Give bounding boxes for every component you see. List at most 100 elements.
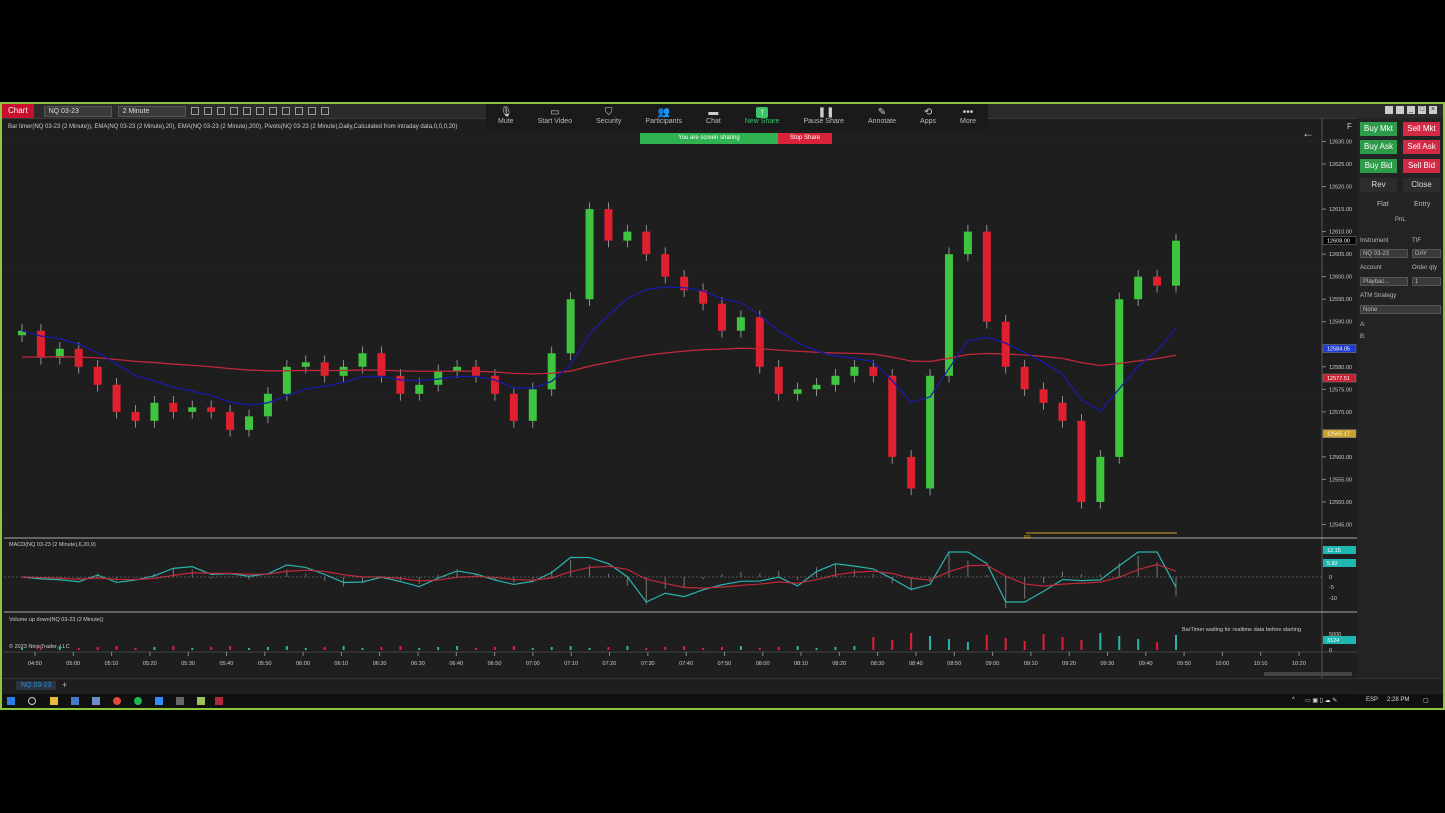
volume-bar [758,648,761,650]
volume-bar [569,646,572,650]
chrome-icon[interactable] [113,697,121,705]
chat-icon: ▬ [708,107,719,118]
bars-type-icon[interactable] [190,107,199,115]
candle-up [831,375,840,385]
candle-down [907,456,916,489]
candle-up [1115,299,1124,457]
list-icon[interactable] [320,107,329,115]
tray-chevron-icon[interactable]: ^ [1292,697,1295,703]
close-position-button[interactable]: Close [1403,178,1440,192]
chart-canvas[interactable]: PP 12630.00 12625.00 12620.00 12615.00 12610… [4,118,1357,678]
price-tick-label: 12590.00 [1329,320,1352,326]
tif-select[interactable]: DAY [1412,249,1441,258]
volume-bar [683,646,686,650]
spotify-icon[interactable] [134,697,142,705]
app-icon-3[interactable] [176,697,184,705]
app-icon-1[interactable] [71,697,79,705]
pause-share-button[interactable]: ❚❚ Pause Share [803,104,843,125]
buy-mkt-button[interactable]: Buy Mkt [1360,122,1397,136]
candle-down [93,366,102,385]
volume-bar [248,648,251,650]
time-tick-label: 06:10 [334,661,348,667]
candle-down [774,366,783,394]
time-tick-label: 06:40 [449,661,463,667]
time-tick-label: 06:20 [373,661,387,667]
strategies-icon[interactable] [281,107,290,115]
price-tick-label: 12550.00 [1329,500,1352,506]
close-icon[interactable]: × [1429,106,1437,114]
zoom-icon[interactable] [155,697,163,705]
language-indicator[interactable]: ESP [1366,697,1378,703]
mute-button[interactable]: 🎙 Mute [498,104,514,125]
more-button[interactable]: ••• More [960,104,976,125]
volume-bar [512,646,515,650]
volume-bar [853,646,856,650]
volume-bar [720,647,723,650]
tab-nq-03-23[interactable]: NQ 03-23 [16,681,57,690]
zoom-out-icon[interactable] [229,107,238,115]
search-icon[interactable] [28,697,36,705]
price-tick-label: 12615.00 [1329,207,1352,213]
new-share-button[interactable]: ↑ New Share [745,104,779,125]
interval-selector[interactable]: 2 Minute [117,105,186,117]
app-icon-4[interactable] [197,697,205,705]
pointer-icon[interactable] [242,107,251,115]
price-tick-label: 12630.00 [1329,140,1352,146]
windows-start-icon[interactable] [7,697,15,705]
start-video-button[interactable]: ▭ Start Video [538,104,573,125]
notification-icon[interactable]: ▢ [1423,697,1429,704]
zoom-in-icon[interactable] [216,107,225,115]
chat-button[interactable]: ▬ Chat [706,104,721,125]
add-tab-button[interactable]: + [62,680,67,690]
account-select[interactable]: Playbac... [1360,277,1408,286]
data-box-icon[interactable] [307,107,316,115]
time-tick-label: 08:30 [871,661,885,667]
annotate-button[interactable]: ✎ Annotate [868,104,896,125]
app-icon-2[interactable] [92,697,100,705]
clock[interactable]: 2:28 PM [1387,697,1409,703]
horizontal-scrollbar[interactable] [1264,672,1352,676]
volume-bar [1004,638,1007,650]
tray-icons[interactable]: ▭ ▣ ▯ ☁ ✎ [1305,697,1337,704]
volume-bar [229,646,232,650]
volume-bar [550,647,553,650]
apps-button[interactable]: ⟲ Apps [920,104,936,125]
sell-mkt-button[interactable]: Sell Mkt [1403,122,1440,136]
sell-ask-button[interactable]: Sell Ask [1403,140,1440,154]
buy-bid-button[interactable]: Buy Bid [1360,159,1397,173]
templates-icon[interactable] [294,107,303,115]
atm-strategy-select[interactable]: None [1360,305,1441,314]
minimize-icon[interactable]: _ [1407,106,1415,114]
ninjatrader-icon[interactable] [215,697,223,705]
volume-badge-label: 3124 [1327,638,1339,644]
file-explorer-icon[interactable] [50,697,58,705]
security-button[interactable]: ⛉ Security [596,104,621,125]
participants-button[interactable]: 👥 Participants [645,104,682,125]
chart-tab[interactable]: Chart [2,104,34,118]
price-tick-label: 12575.00 [1329,387,1352,393]
sell-bid-button[interactable]: Sell Bid [1403,159,1440,173]
volume-bar [58,646,61,650]
candle-down [1058,402,1067,421]
draw-tool-icon[interactable] [203,107,212,115]
stop-share-button[interactable]: Stop Share [778,133,832,144]
pivot-label: PP [1024,535,1031,541]
maximize-icon[interactable]: □ [1418,106,1426,114]
time-tick-label: 07:20 [603,661,617,667]
time-tick-label: 08:20 [832,661,846,667]
time-tick-label: 09:20 [1062,661,1076,667]
reverse-button[interactable]: Rev [1360,178,1397,192]
instrument-selector[interactable]: NQ 03-23 [43,105,112,117]
quantity-stepper[interactable]: 1 [1412,277,1441,286]
volume-bar [1099,633,1102,650]
price-tick-label: 12620.00 [1329,185,1352,191]
indicators-icon[interactable] [268,107,277,115]
zoom-meeting-toolbar: 🎙 Mute ▭ Start Video ⛉ Security 👥 Participan… [486,104,988,130]
tile-icon-2[interactable] [1396,106,1404,114]
properties-icon[interactable] [255,107,264,115]
price-tick-label: 12625.00 [1329,162,1352,168]
volume-bar [285,646,288,650]
tile-icon[interactable] [1385,106,1393,114]
instrument-field[interactable]: NQ 03-23 [1360,249,1408,258]
buy-ask-button[interactable]: Buy Ask [1360,140,1397,154]
